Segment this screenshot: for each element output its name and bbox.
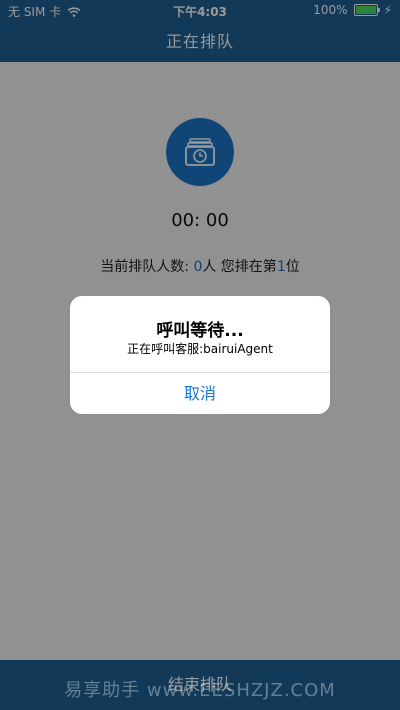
cancel-button[interactable]: 取消: [70, 373, 330, 414]
alert-title: 呼叫等待...: [156, 321, 244, 341]
call-wait-alert: 呼叫等待... 正在呼叫客服:bairuiAgent 取消: [70, 296, 330, 414]
alert-message: 正在呼叫客服:bairuiAgent: [127, 342, 273, 356]
watermark-text: 易享助手 www.EESHZJZ.COM: [64, 680, 336, 701]
